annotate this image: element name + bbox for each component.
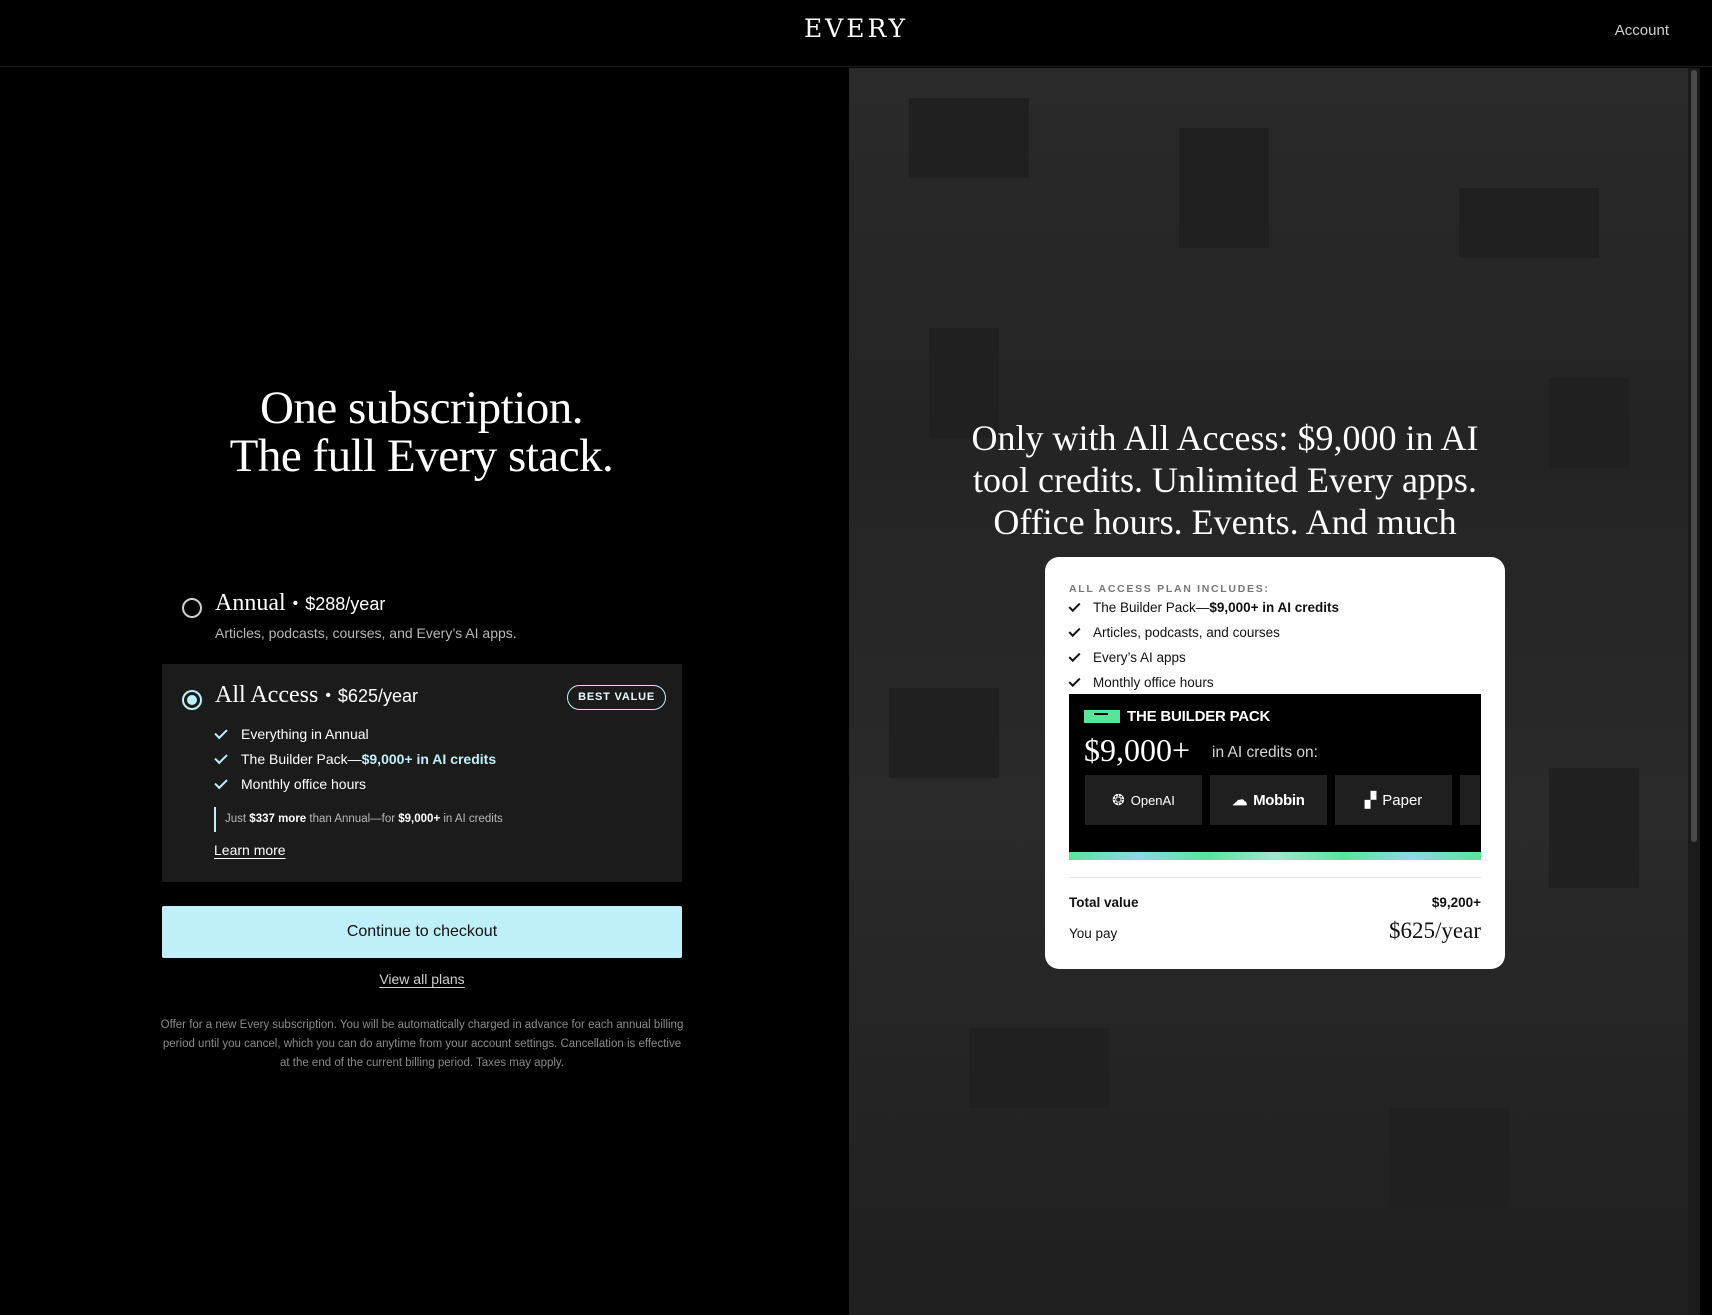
- builder-pack-subtitle: in AI credits on:: [1212, 744, 1318, 761]
- feature-item: Monthly office hours: [214, 775, 367, 792]
- mobbin-icon: ☁: [1232, 792, 1248, 809]
- plan-includes-card: ALL ACCESS PLAN INCLUDES: The Builder Pa…: [1045, 557, 1505, 969]
- best-value-badge: BEST VALUE: [567, 685, 666, 710]
- you-pay-label: You pay: [1069, 926, 1118, 941]
- scrollbar-thumb[interactable]: [1691, 70, 1697, 842]
- card-item-text: Every’s AI apps: [1093, 650, 1186, 665]
- you-pay-amount: $625/year: [1389, 918, 1481, 943]
- note-text: than Annual—for: [306, 813, 399, 825]
- total-value-label: Total value: [1069, 895, 1139, 910]
- annual-plan-name: Annual: [215, 590, 286, 616]
- headline-line-1: One subscription.: [259, 382, 584, 434]
- note-bold-credits: $9,000+: [398, 813, 441, 825]
- background-tile: [889, 688, 999, 778]
- card-item-text: The Builder Pack—: [1093, 600, 1210, 615]
- note-bold-amount: $337 more: [249, 813, 307, 825]
- card-list-item: Every’s AI apps: [1068, 649, 1186, 665]
- openai-icon: ❂: [1112, 792, 1125, 809]
- plan-option-annual[interactable]: Annual • $288/year Articles, podcasts, cou…: [162, 516, 682, 641]
- feature-item: Everything in Annual: [214, 725, 369, 742]
- page-headline: One subscription. The full Every stack.: [160, 384, 683, 480]
- builder-pack-gradient-strip: [1069, 852, 1481, 860]
- partner-logo-paper: ▞ Paper: [1335, 775, 1452, 825]
- background-tile: [1549, 378, 1629, 468]
- total-value-amount: $9,200+: [1431, 895, 1481, 910]
- partner-logo-mobbin: ☁ Mobbin: [1210, 775, 1327, 825]
- annual-plan-price: $288/year: [305, 594, 386, 614]
- view-all-plans-link-wrapper: View all plans: [162, 971, 682, 987]
- card-divider: [1069, 877, 1481, 878]
- headline-line-2: The full Every stack.: [229, 430, 614, 482]
- learn-more-link[interactable]: Learn more: [214, 842, 286, 858]
- card-item-bold: $9,000+ in AI credits: [1209, 600, 1340, 615]
- plan-selection-panel: One subscription. The full Every stack. …: [0, 68, 849, 1315]
- check-icon: [1068, 649, 1081, 663]
- annual-radio-button[interactable]: [182, 598, 202, 618]
- background-tile: [909, 98, 1029, 178]
- paper-icon: ▞: [1364, 792, 1377, 809]
- partner-name: OpenAI: [1130, 792, 1175, 808]
- plan-option-all-access[interactable]: All Access • $625/year BEST VALUE Everythi…: [162, 664, 682, 882]
- feature-text: Monthly office hours: [241, 776, 367, 792]
- fine-print: Offer for a new Every subscription. You …: [160, 1019, 684, 1069]
- feature-text: Everything in Annual: [241, 726, 369, 742]
- check-icon: [214, 750, 228, 765]
- builder-pack-banner: THE BUILDER PACK $9,000+ in AI credits o…: [1069, 694, 1481, 860]
- partner-name: Paper: [1382, 791, 1423, 809]
- partner-logo-partial: [1460, 775, 1480, 825]
- separator-dot: •: [292, 595, 299, 613]
- scrollbar[interactable]: [1688, 68, 1700, 1315]
- all-access-radio-button[interactable]: [182, 690, 202, 710]
- top-navigation-bar: EVERY Account: [0, 0, 1712, 67]
- separator-dot: •: [325, 687, 331, 705]
- continue-to-checkout-button[interactable]: Continue to checkout: [162, 906, 682, 958]
- check-icon: [1068, 599, 1081, 613]
- every-logo[interactable]: EVERY: [0, 14, 1712, 43]
- account-link[interactable]: Account: [1615, 22, 1669, 39]
- card-list-item: Articles, podcasts, and courses: [1068, 624, 1280, 640]
- card-item-text: Articles, podcasts, and courses: [1093, 625, 1280, 640]
- check-icon: [214, 775, 228, 790]
- feature-text: The Builder Pack—: [241, 751, 362, 767]
- partner-name: Mobbin: [1253, 791, 1305, 809]
- all-access-plan-price: $625/year: [337, 686, 418, 706]
- background-tile: [1389, 1108, 1509, 1208]
- view-all-plans-link[interactable]: View all plans: [379, 971, 464, 987]
- partner-logo-carousel: ❂ OpenAI ☁ Mobbin ▞ Paper: [1085, 775, 1481, 825]
- note-text: Just: [225, 813, 250, 825]
- check-icon: [214, 725, 228, 740]
- background-tile: [1179, 128, 1269, 248]
- feature-highlight: $9,000+ in AI credits: [361, 751, 497, 767]
- background-tile: [1549, 768, 1639, 888]
- card-label: ALL ACCESS PLAN INCLUDES:: [1069, 583, 1270, 595]
- all-access-plan-title: All Access • $625/year: [215, 682, 418, 709]
- builder-pack-title: THE BUILDER PACK: [1127, 708, 1271, 725]
- partner-logo-openai: ❂ OpenAI: [1085, 775, 1202, 825]
- check-icon: [1068, 674, 1081, 688]
- builder-pack-amount: $9,000+: [1084, 732, 1191, 768]
- background-tile: [969, 1028, 1109, 1108]
- all-access-plan-name: All Access: [215, 682, 319, 708]
- card-item-text: Monthly office hours: [1093, 675, 1214, 690]
- note-text: in AI credits: [440, 813, 503, 825]
- card-list-item: Monthly office hours: [1068, 674, 1214, 690]
- card-list-item: The Builder Pack—$9,000+ in AI credits: [1068, 599, 1340, 615]
- background-tile: [1459, 188, 1599, 258]
- all-access-promo-panel: Only with All Access: $9,000 in AI tool …: [849, 68, 1700, 1315]
- feature-item: The Builder Pack—$9,000+ in AI credits: [214, 750, 497, 767]
- annual-plan-description: Articles, podcasts, courses, and Every’s…: [215, 625, 517, 641]
- builder-pack-icon: [1084, 710, 1120, 723]
- upgrade-note: Just $337 more than Annual—for $9,000+ i…: [214, 807, 503, 832]
- check-icon: [1068, 624, 1081, 638]
- annual-plan-title: Annual • $288/year: [215, 590, 385, 617]
